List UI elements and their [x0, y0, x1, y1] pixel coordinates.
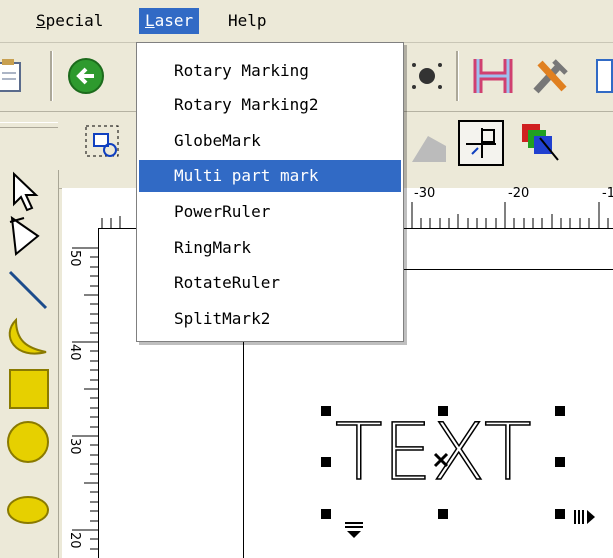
selection-handle[interactable]	[438, 406, 448, 416]
window-icon[interactable]	[596, 59, 613, 93]
selection-handle[interactable]	[321, 457, 331, 467]
node-icon[interactable]	[404, 53, 450, 99]
menu-special-rest: pecial	[45, 11, 104, 30]
back-arrow-icon[interactable]	[64, 53, 110, 99]
group-select-icon[interactable]	[80, 120, 126, 166]
layers-color-icon[interactable]	[516, 120, 562, 166]
ellipse-icon[interactable]	[6, 488, 50, 532]
scale-right-arrow-icon[interactable]	[573, 507, 601, 527]
menu-laser[interactable]: Laser	[139, 8, 200, 34]
paste-icon[interactable]	[0, 53, 38, 99]
menu-item-powerruler[interactable]: PowerRuler	[139, 196, 401, 228]
toolbar-separator	[50, 51, 53, 101]
menu-special[interactable]: Special	[30, 8, 109, 34]
node-edit-icon[interactable]	[6, 214, 50, 258]
vertical-ruler: 50 40 30 20	[62, 228, 99, 558]
left-toolbox	[0, 170, 59, 558]
node-lock-icon[interactable]	[406, 122, 452, 168]
curve-icon[interactable]	[6, 316, 50, 360]
laser-menu: Rotary Marking Rotary Marking2 GlobeMark…	[136, 42, 404, 342]
menu-item-globemark[interactable]: GlobeMark	[139, 125, 401, 157]
menu-item-rotateruler[interactable]: RotateRuler	[139, 267, 401, 299]
line-icon[interactable]	[6, 268, 50, 312]
hatch-icon[interactable]	[470, 53, 516, 99]
align-center-icon[interactable]	[458, 120, 504, 166]
menu-item-multi-part-mark[interactable]: Multi part mark	[139, 160, 401, 192]
scale-down-arrow-icon[interactable]	[343, 521, 367, 541]
selection-handle[interactable]	[555, 457, 565, 467]
selection-handle[interactable]	[555, 406, 565, 416]
toolbar-grip	[0, 122, 58, 128]
menu-laser-rest: aser	[154, 11, 194, 30]
rectangle-icon[interactable]	[6, 366, 50, 410]
menu-bar: Special Laser Help	[0, 0, 613, 43]
menu-special-accel: S	[36, 11, 46, 30]
selection-handle[interactable]	[438, 509, 448, 519]
center-x-icon[interactable]	[431, 450, 451, 470]
toolbar-separator	[456, 51, 459, 101]
tools-icon[interactable]	[528, 53, 574, 99]
menu-item-splitmark2[interactable]: SplitMark2	[139, 303, 401, 335]
menu-laser-accel: L	[145, 11, 155, 30]
menu-item-ringmark[interactable]: RingMark	[139, 232, 401, 264]
selection-handle[interactable]	[555, 509, 565, 519]
circle-icon[interactable]	[6, 420, 50, 464]
pointer-icon[interactable]	[6, 170, 50, 214]
menu-item-rotary-marking2[interactable]: Rotary Marking2	[139, 89, 401, 121]
menu-item-rotary-marking[interactable]: Rotary Marking	[139, 55, 401, 87]
selection-handle[interactable]	[321, 509, 331, 519]
vertical-ruler-ticks	[72, 247, 98, 550]
selection-handle[interactable]	[321, 406, 331, 416]
menu-help[interactable]: Help	[222, 8, 273, 34]
